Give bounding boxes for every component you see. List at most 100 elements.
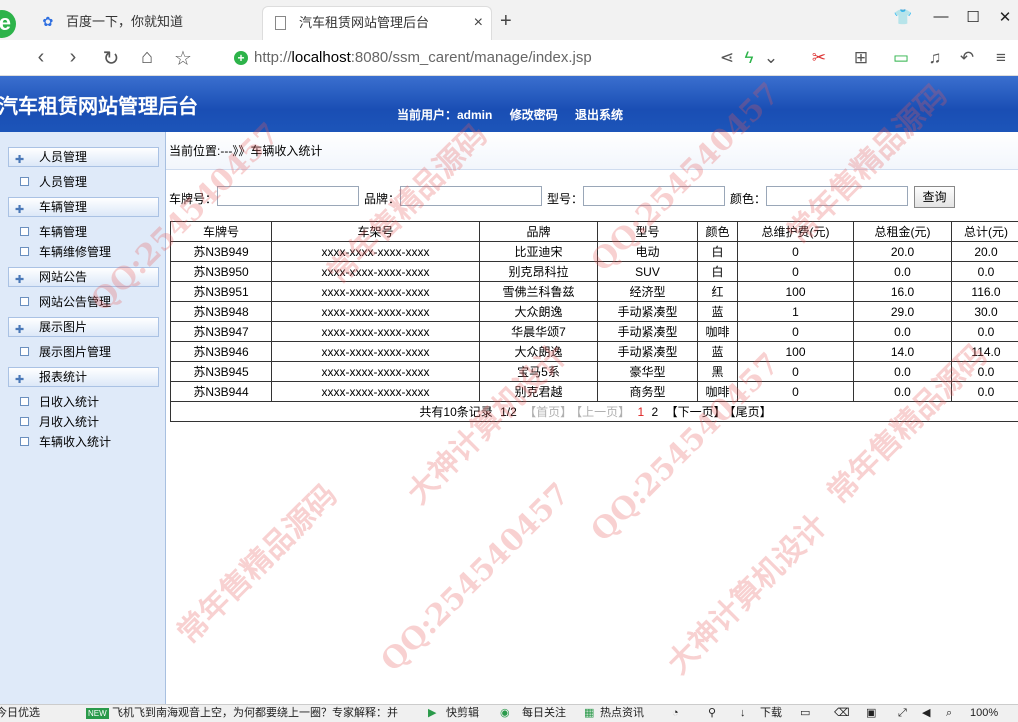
table-cell: 手动紧凑型	[597, 321, 698, 342]
color-input[interactable]	[766, 186, 908, 206]
brand-input[interactable]	[400, 186, 542, 206]
column-header: 车牌号	[170, 221, 272, 242]
last-page-link[interactable]: 【尾页】	[730, 405, 772, 419]
zoom-level[interactable]: 100%	[970, 705, 998, 722]
sidebar-group-images[interactable]: ✚ 展示图片	[8, 317, 159, 337]
sidebar-item-vehicle-income[interactable]: 车辆收入统计	[20, 433, 111, 451]
sidebar-item-daily-income[interactable]: 日收入统计	[20, 393, 99, 411]
undo-icon[interactable]: ↶	[956, 48, 978, 68]
table-cell: xxxx-xxxx-xxxx-xxxx	[271, 301, 480, 322]
table-cell: 手动紧凑型	[597, 341, 698, 362]
volume-icon[interactable]: ◀	[922, 705, 930, 722]
table-cell: 30.0	[951, 301, 1018, 322]
maximize-icon[interactable]: ☐	[958, 8, 988, 26]
search-form: 车牌号： 品牌： 型号： 颜色： 查询	[169, 186, 1018, 208]
table-cell: xxxx-xxxx-xxxx-xxxx	[271, 321, 480, 342]
address-bar[interactable]: + http://localhost:8080/ssm_carent/manag…	[228, 44, 788, 72]
screen-icon[interactable]: ▣	[866, 705, 876, 722]
sidebar-item-vehicles[interactable]: 车辆管理	[20, 223, 87, 241]
kuaijian-link[interactable]: 快剪辑	[446, 705, 479, 722]
table-row: 苏N3B947 xxxx-xxxx-xxxx-xxxx 华晨华颂7 手动紧凑型 咖啡 0 0…	[170, 321, 1018, 342]
headphones-icon[interactable]: ♫	[924, 48, 946, 68]
today-picks[interactable]: 今日优选	[0, 705, 40, 722]
sidebar-group-reports[interactable]: ✚ 报表统计	[8, 367, 159, 387]
battery-icon[interactable]: ▭	[890, 48, 912, 68]
sidebar-item-staff[interactable]: 人员管理	[20, 173, 87, 191]
column-header: 品牌	[479, 221, 598, 242]
url-text[interactable]: http://localhost:8080/ssm_carent/manage/…	[254, 49, 592, 66]
logout-link[interactable]: 退出系统	[575, 108, 623, 122]
apps-grid-icon[interactable]: ⊞	[850, 48, 872, 68]
record-count: 共有10条记录	[419, 405, 493, 419]
close-tab-icon[interactable]: ×	[474, 7, 483, 39]
current-user: 当前用户：admin	[397, 108, 493, 122]
daily-focus-link[interactable]: 每日关注	[522, 705, 566, 722]
plate-input[interactable]	[217, 186, 359, 206]
search-zoom-icon[interactable]: ⌕	[946, 705, 952, 722]
table-cell: xxxx-xxxx-xxxx-xxxx	[271, 341, 480, 362]
dropdown-chevron-icon[interactable]: ⌄	[760, 48, 782, 68]
table-cell: 别克昂科拉	[479, 261, 598, 282]
item-box-icon	[20, 417, 29, 426]
tab-title: 百度一下，你就知道	[66, 14, 184, 29]
table-cell: 大众朗逸	[479, 301, 598, 322]
tab-admin[interactable]: 汽车租赁网站管理后台 ×	[262, 6, 492, 40]
menu-icon[interactable]: ≡	[990, 48, 1012, 68]
sidebar-group-staff[interactable]: ✚ 人员管理	[8, 147, 159, 167]
pin-icon[interactable]: ⚲	[708, 705, 716, 722]
item-box-icon	[20, 227, 29, 236]
sidebar-item-monthly-income[interactable]: 月收入统计	[20, 413, 99, 431]
tab-baidu[interactable]: ✿ 百度一下，你就知道	[30, 6, 260, 40]
sidebar-item-repairs[interactable]: 车辆维修管理	[20, 243, 111, 261]
table-cell: xxxx-xxxx-xxxx-xxxx	[271, 241, 480, 262]
table-cell: 100	[737, 281, 854, 302]
next-page-link[interactable]: 【下一页】	[666, 405, 726, 419]
page-2-link[interactable]: 2	[652, 405, 659, 419]
expand-view-icon[interactable]: ⤢	[898, 705, 907, 722]
change-password-link[interactable]: 修改密码	[510, 108, 558, 122]
new-tab-icon[interactable]: +	[500, 10, 512, 33]
table-cell: 0	[737, 241, 854, 262]
brand-label: 品牌：	[364, 192, 401, 206]
lightning-icon[interactable]: ϟ	[738, 48, 760, 68]
download-link[interactable]: 下载	[760, 705, 782, 722]
minimize-icon[interactable]: —	[926, 8, 956, 25]
table-cell: 14.0	[853, 341, 952, 362]
page-1-link[interactable]: 1	[638, 405, 645, 419]
sidebar-group-vehicles[interactable]: ✚ 车辆管理	[8, 197, 159, 217]
browser-logo-icon[interactable]: e	[0, 10, 16, 38]
table-cell: 红	[697, 281, 738, 302]
trash-icon[interactable]: ⌫	[834, 705, 850, 722]
forward-icon[interactable]: ›	[60, 46, 86, 69]
scissors-icon[interactable]: ✂	[808, 48, 830, 68]
table-cell: xxxx-xxxx-xxxx-xxxx	[271, 281, 480, 302]
news-ticker[interactable]: 飞机飞到南海观音上空，为何都要绕上一圈？专家解释：并	[112, 705, 398, 722]
item-box-icon	[20, 297, 29, 306]
share-icon[interactable]: ⋖	[716, 48, 738, 68]
shirt-skin-icon[interactable]: 👕	[888, 8, 918, 26]
favorite-star-icon[interactable]: ☆	[170, 46, 196, 71]
table-row: 苏N3B948 xxxx-xxxx-xxxx-xxxx 大众朗逸 手动紧凑型蓝 1 29.…	[170, 301, 1018, 322]
page-indicator: 1/2	[500, 405, 517, 419]
home-icon[interactable]: ⌂	[134, 46, 160, 69]
close-window-icon[interactable]: ✕	[990, 8, 1018, 26]
table-row: 苏N3B949 xxxx-xxxx-xxxx-xxxx 比亚迪宋 电动白 0 20.0 20…	[170, 241, 1018, 262]
search-button[interactable]: 查询	[914, 186, 955, 208]
window-icon[interactable]: ▭	[800, 705, 810, 722]
table-cell: 0.0	[853, 381, 952, 402]
speed-icon[interactable]: ◔	[672, 705, 679, 722]
table-cell: 0.0	[853, 361, 952, 382]
income-table: 车牌号 车架号 品牌 型号 颜色 总维护费(元) 总租金(元) 总计(元) 苏N3B949 xx…	[170, 221, 1018, 422]
sidebar-item-images[interactable]: 展示图片管理	[20, 343, 111, 361]
color-label: 颜色：	[730, 192, 767, 206]
table-cell: 0.0	[951, 361, 1018, 382]
table-row: 苏N3B945 xxxx-xxxx-xxxx-xxxx 宝马5系 豪华型黑 0 0.0 0.…	[170, 361, 1018, 382]
refresh-icon[interactable]: ↻	[98, 46, 124, 71]
back-icon[interactable]: ‹	[28, 46, 54, 69]
sidebar-group-notices[interactable]: ✚ 网站公告	[8, 267, 159, 287]
model-input[interactable]	[583, 186, 725, 206]
hot-news-link[interactable]: 热点资讯	[600, 705, 644, 722]
expand-icon: ✚	[15, 374, 25, 386]
table-cell: 咖啡	[697, 381, 738, 402]
sidebar-item-notices[interactable]: 网站公告管理	[20, 293, 111, 311]
